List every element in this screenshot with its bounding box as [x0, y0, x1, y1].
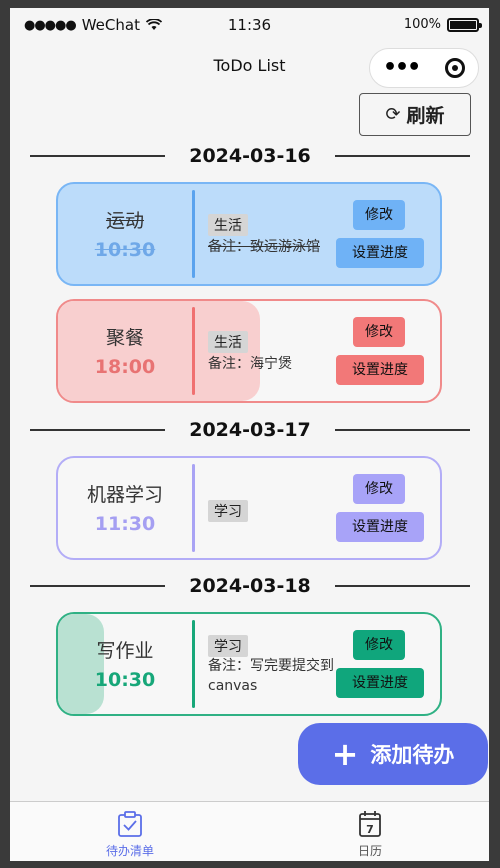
card-divider — [192, 464, 195, 552]
mini-program-capsule: ••• — [369, 48, 479, 88]
refresh-icon: ⟳ — [385, 104, 401, 125]
set-progress-button[interactable]: 设置进度 — [336, 238, 424, 268]
todo-name: 机器学习 — [86, 484, 163, 506]
todo-name: 写作业 — [96, 640, 154, 662]
add-todo-button[interactable]: + 添加待办 — [298, 723, 488, 785]
edit-button[interactable]: 修改 — [353, 317, 405, 347]
card-divider — [192, 620, 195, 708]
battery-percent: 100% — [403, 17, 441, 32]
refresh-button[interactable]: ⟳ 刷新 — [359, 93, 471, 136]
todo-name: 聚餐 — [105, 327, 144, 349]
tab-label: 日历 — [357, 844, 382, 858]
battery-icon — [447, 17, 482, 32]
set-progress-button[interactable]: 设置进度 — [336, 668, 424, 698]
close-target-icon[interactable] — [445, 58, 466, 78]
plus-icon: + — [331, 735, 359, 773]
set-progress-button[interactable]: 设置进度 — [336, 512, 424, 542]
date-label: 2024-03-18 — [189, 575, 311, 597]
card-divider — [192, 307, 195, 395]
date-divider: 2024-03-16 — [30, 144, 471, 168]
edit-button[interactable]: 修改 — [353, 200, 405, 230]
set-progress-button[interactable]: 设置进度 — [336, 355, 424, 385]
todo-time: 10:30 — [94, 239, 156, 261]
tab-bar: 待办清单 7 日历 — [10, 801, 489, 861]
todo-card[interactable]: 机器学习 11:30 学习 修改 设置进度 — [56, 456, 442, 560]
todo-card[interactable]: 写作业 10:30 学习 备注：写完要提交到canvas 修改 设置进度 — [56, 612, 442, 716]
category-tag: 学习 — [208, 635, 248, 657]
phone-screen: ●●●●● WeChat 11:36 100% ToDo List ••• ⟳ … — [10, 8, 489, 861]
todo-note: 备注：写完要提交到canvas — [208, 658, 334, 694]
todo-time: 10:30 — [94, 669, 156, 691]
more-icon[interactable]: ••• — [383, 57, 421, 79]
calendar-icon-day: 7 — [366, 823, 374, 836]
tab-todo-list[interactable]: 待办清单 — [70, 810, 190, 859]
todo-name: 运动 — [105, 210, 144, 232]
status-bar: ●●●●● WeChat 11:36 100% — [10, 8, 489, 42]
edit-button[interactable]: 修改 — [353, 630, 405, 660]
refresh-label: 刷新 — [406, 105, 445, 127]
card-divider — [192, 190, 195, 278]
date-divider: 2024-03-17 — [30, 418, 471, 442]
todo-note: 备注：海宁煲 — [208, 356, 292, 372]
category-tag: 生活 — [208, 214, 248, 236]
todo-note: 备注：致远游泳馆 — [208, 239, 320, 255]
tab-label: 待办清单 — [105, 844, 154, 858]
category-tag: 生活 — [208, 331, 248, 353]
category-tag: 学习 — [208, 500, 248, 522]
todo-card[interactable]: 运动 10:30 生活 备注：致远游泳馆 修改 设置进度 — [56, 182, 442, 286]
add-todo-label: 添加待办 — [370, 743, 455, 767]
date-divider: 2024-03-18 — [30, 574, 471, 598]
nav-bar: ToDo List ••• — [10, 44, 489, 88]
clipboard-check-icon — [118, 811, 142, 837]
todo-time: 18:00 — [94, 356, 156, 378]
todo-card[interactable]: 聚餐 18:00 生活 备注：海宁煲 修改 设置进度 — [56, 299, 442, 403]
calendar-icon: 7 — [359, 811, 381, 837]
tab-calendar[interactable]: 7 日历 — [310, 810, 430, 859]
todo-time: 11:30 — [94, 513, 156, 535]
edit-button[interactable]: 修改 — [353, 474, 405, 504]
date-label: 2024-03-16 — [189, 145, 311, 167]
date-label: 2024-03-17 — [189, 419, 311, 441]
